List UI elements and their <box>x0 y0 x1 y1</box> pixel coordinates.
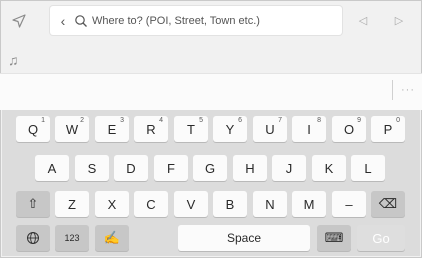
next-button[interactable]: ▷ <box>382 6 416 35</box>
navigation-arrow-icon <box>12 14 26 28</box>
key-n[interactable]: N <box>253 191 287 217</box>
navigation-icon[interactable] <box>4 6 34 36</box>
key-u[interactable]: U7 <box>253 116 287 142</box>
key-sup: 2 <box>80 117 84 124</box>
key-label: P <box>383 121 393 137</box>
shift-icon: ⇧ <box>27 196 39 211</box>
key-sup: 3 <box>120 117 124 124</box>
key-c[interactable]: C <box>134 191 168 217</box>
key-label: T <box>187 121 195 137</box>
suggestion-bar <box>0 73 422 110</box>
back-chevron-icon[interactable]: ‹ <box>52 13 74 29</box>
go-button[interactable]: Go <box>357 225 405 251</box>
more-icon[interactable]: ··· <box>398 80 418 100</box>
handwriting-key[interactable]: ✍ <box>95 225 129 251</box>
key-x[interactable]: X <box>95 191 129 217</box>
key-label: W <box>65 121 79 137</box>
key-z[interactable]: Z <box>55 191 89 217</box>
backspace-key[interactable]: ⌫ <box>371 191 405 217</box>
next-icon: ▷ <box>394 15 404 27</box>
key-d[interactable]: D <box>114 155 148 181</box>
key-dash[interactable]: – <box>332 191 366 217</box>
key-sup: 6 <box>238 117 242 124</box>
key-sup: 5 <box>199 117 203 124</box>
keyboard-key[interactable]: ⌨ <box>317 225 351 251</box>
previous-icon: ◁ <box>358 15 368 27</box>
key-sup: 0 <box>396 117 400 124</box>
on-screen-keyboard: Q1 W2 E3 R4 T5 Y6 U7 I8 O9 P0 A S D F G … <box>2 110 420 256</box>
key-a[interactable]: A <box>35 155 69 181</box>
key-m[interactable]: M <box>292 191 326 217</box>
space-key[interactable]: Space <box>178 225 310 251</box>
key-sup: 7 <box>278 117 282 124</box>
key-label: U <box>265 121 275 137</box>
key-y[interactable]: Y6 <box>213 116 247 142</box>
key-b[interactable]: B <box>213 191 247 217</box>
music-icon[interactable]: ♫ <box>8 52 28 72</box>
handwriting-icon: ✍ <box>103 230 121 245</box>
shift-key[interactable]: ⇧ <box>16 191 50 217</box>
key-k[interactable]: K <box>312 155 346 181</box>
suggestion-divider <box>392 80 393 100</box>
key-sup: 9 <box>357 117 361 124</box>
search-input[interactable]: ‹ Where to? (POI, Street, Town etc.) <box>50 6 342 35</box>
key-label: I <box>307 121 311 137</box>
key-w[interactable]: W2 <box>55 116 89 142</box>
key-q[interactable]: Q1 <box>16 116 50 142</box>
keyboard-icon: ⌨ <box>324 230 344 245</box>
key-label: O <box>343 121 355 137</box>
search-placeholder: Where to? (POI, Street, Town etc.) <box>92 14 260 27</box>
key-e[interactable]: E3 <box>95 116 129 142</box>
previous-button[interactable]: ◁ <box>346 6 380 35</box>
key-label: Y <box>225 121 235 137</box>
key-sup: 1 <box>41 117 45 124</box>
key-s[interactable]: S <box>75 155 109 181</box>
numbers-key[interactable]: 123 <box>55 225 89 251</box>
key-p[interactable]: P0 <box>371 116 405 142</box>
key-label: E <box>107 121 117 137</box>
key-i[interactable]: I8 <box>292 116 326 142</box>
key-sup: 4 <box>159 117 163 124</box>
key-label: Q <box>27 121 39 137</box>
key-l[interactable]: L <box>351 155 385 181</box>
key-g[interactable]: G <box>193 155 227 181</box>
backspace-icon: ⌫ <box>378 196 398 211</box>
key-label: R <box>146 121 156 137</box>
key-j[interactable]: J <box>272 155 306 181</box>
key-t[interactable]: T5 <box>174 116 208 142</box>
key-v[interactable]: V <box>174 191 208 217</box>
key-f[interactable]: F <box>154 155 188 181</box>
language-key[interactable] <box>16 225 50 251</box>
key-sup: 8 <box>317 117 321 124</box>
key-r[interactable]: R4 <box>134 116 168 142</box>
key-o[interactable]: O9 <box>332 116 366 142</box>
key-h[interactable]: H <box>233 155 267 181</box>
search-icon <box>75 14 87 27</box>
globe-icon <box>27 232 39 244</box>
